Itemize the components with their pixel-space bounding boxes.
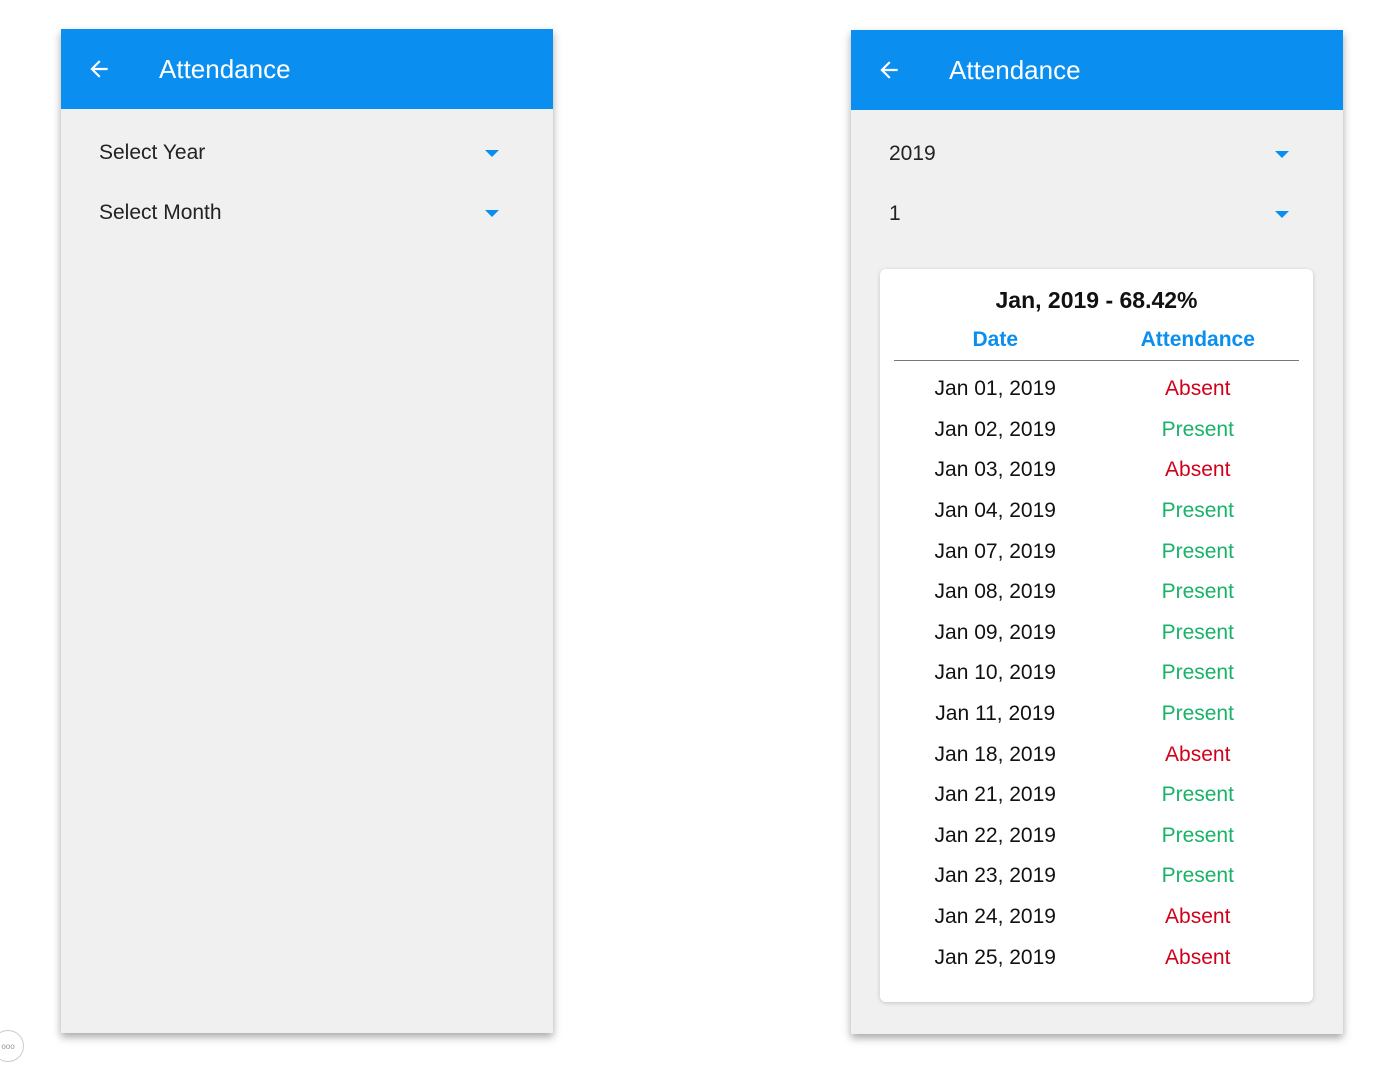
table-row: Jan 23, 2019 Present xyxy=(894,856,1299,897)
attendance-date: Jan 04, 2019 xyxy=(934,499,1056,523)
attendance-date: Jan 03, 2019 xyxy=(934,458,1056,482)
attendance-status: Present xyxy=(1161,539,1234,563)
year-select-value: Select Year xyxy=(99,141,206,164)
column-header-date: Date xyxy=(972,327,1019,351)
attendance-date: Jan 07, 2019 xyxy=(934,539,1056,563)
attendance-date: Jan 18, 2019 xyxy=(934,742,1056,766)
caret-down-icon xyxy=(485,210,499,217)
attendance-table-body: Jan 01, 2019 Absent Jan 02, 2019 Present Jan… xyxy=(894,369,1299,978)
attendance-date: Jan 08, 2019 xyxy=(934,580,1056,604)
page-title: Attendance xyxy=(159,53,291,84)
attendance-date: Jan 25, 2019 xyxy=(934,945,1056,969)
table-row: Jan 07, 2019 Present xyxy=(894,531,1299,572)
attendance-card: Jan, 2019 - 68.42% Date Attendance Jan 0… xyxy=(880,269,1313,1002)
year-select[interactable]: 2019 xyxy=(889,124,1305,184)
attendance-date: Jan 01, 2019 xyxy=(934,377,1056,401)
caret-down-icon xyxy=(485,150,499,157)
attendance-date: Jan 02, 2019 xyxy=(934,417,1056,441)
month-select[interactable]: 1 xyxy=(889,184,1305,244)
table-row: Jan 25, 2019 Absent xyxy=(894,937,1299,978)
table-row: Jan 03, 2019 Absent xyxy=(894,450,1299,491)
attendance-date: Jan 22, 2019 xyxy=(934,823,1056,847)
table-row: Jan 21, 2019 Present xyxy=(894,775,1299,816)
table-row: Jan 08, 2019 Present xyxy=(894,572,1299,613)
attendance-status: Absent xyxy=(1165,377,1231,401)
table-row: Jan 22, 2019 Present xyxy=(894,816,1299,857)
table-row: Jan 02, 2019 Present xyxy=(894,410,1299,451)
attendance-status: Present xyxy=(1161,823,1234,847)
table-row: Jan 11, 2019 Present xyxy=(894,694,1299,735)
attendance-status: Present xyxy=(1161,417,1234,441)
more-icon[interactable]: ooo xyxy=(0,1030,24,1062)
attendance-status: Absent xyxy=(1165,945,1231,969)
attendance-screen-results: Attendance 2019 1 Jan, 2019 - 68.42% Dat… xyxy=(851,30,1343,1034)
attendance-status: Absent xyxy=(1165,742,1231,766)
caret-down-icon xyxy=(1275,151,1289,158)
month-select-value: Select Month xyxy=(99,201,222,224)
month-select-value: 1 xyxy=(889,202,901,225)
attendance-status: Present xyxy=(1161,499,1234,523)
page-title: Attendance xyxy=(949,54,1081,85)
attendance-date: Jan 24, 2019 xyxy=(934,905,1056,929)
column-header-attendance: Attendance xyxy=(1140,327,1255,351)
table-row: Jan 24, 2019 Absent xyxy=(894,897,1299,938)
attendance-status: Present xyxy=(1161,702,1234,726)
back-button[interactable] xyxy=(61,29,137,109)
attendance-date: Jan 10, 2019 xyxy=(934,661,1056,685)
attendance-status: Present xyxy=(1161,864,1234,888)
attendance-status: Present xyxy=(1161,783,1234,807)
table-row: Jan 04, 2019 Present xyxy=(894,491,1299,532)
attendance-status: Present xyxy=(1161,620,1234,644)
arrow-left-icon xyxy=(880,61,898,79)
app-bar: Attendance xyxy=(61,29,553,109)
attendance-date: Jan 23, 2019 xyxy=(934,864,1056,888)
table-header: Date Attendance xyxy=(894,319,1299,361)
app-bar: Attendance xyxy=(851,30,1343,110)
attendance-screen-empty: Attendance Select Year Select Month xyxy=(61,29,553,1033)
month-select[interactable]: Select Month xyxy=(99,183,515,243)
year-select[interactable]: Select Year xyxy=(99,123,515,183)
attendance-status: Absent xyxy=(1165,458,1231,482)
table-row: Jan 10, 2019 Present xyxy=(894,653,1299,694)
attendance-status: Present xyxy=(1161,580,1234,604)
table-row: Jan 09, 2019 Present xyxy=(894,613,1299,654)
caret-down-icon xyxy=(1275,211,1289,218)
back-button[interactable] xyxy=(851,30,927,110)
attendance-status: Absent xyxy=(1165,905,1231,929)
attendance-date: Jan 11, 2019 xyxy=(935,702,1056,726)
table-row: Jan 18, 2019 Absent xyxy=(894,734,1299,775)
attendance-date: Jan 21, 2019 xyxy=(934,783,1056,807)
attendance-status: Present xyxy=(1161,661,1234,685)
attendance-summary-title: Jan, 2019 - 68.42% xyxy=(995,287,1198,313)
year-select-value: 2019 xyxy=(889,142,936,165)
arrow-left-icon xyxy=(90,60,108,78)
attendance-date: Jan 09, 2019 xyxy=(934,620,1056,644)
table-row: Jan 01, 2019 Absent xyxy=(894,369,1299,410)
